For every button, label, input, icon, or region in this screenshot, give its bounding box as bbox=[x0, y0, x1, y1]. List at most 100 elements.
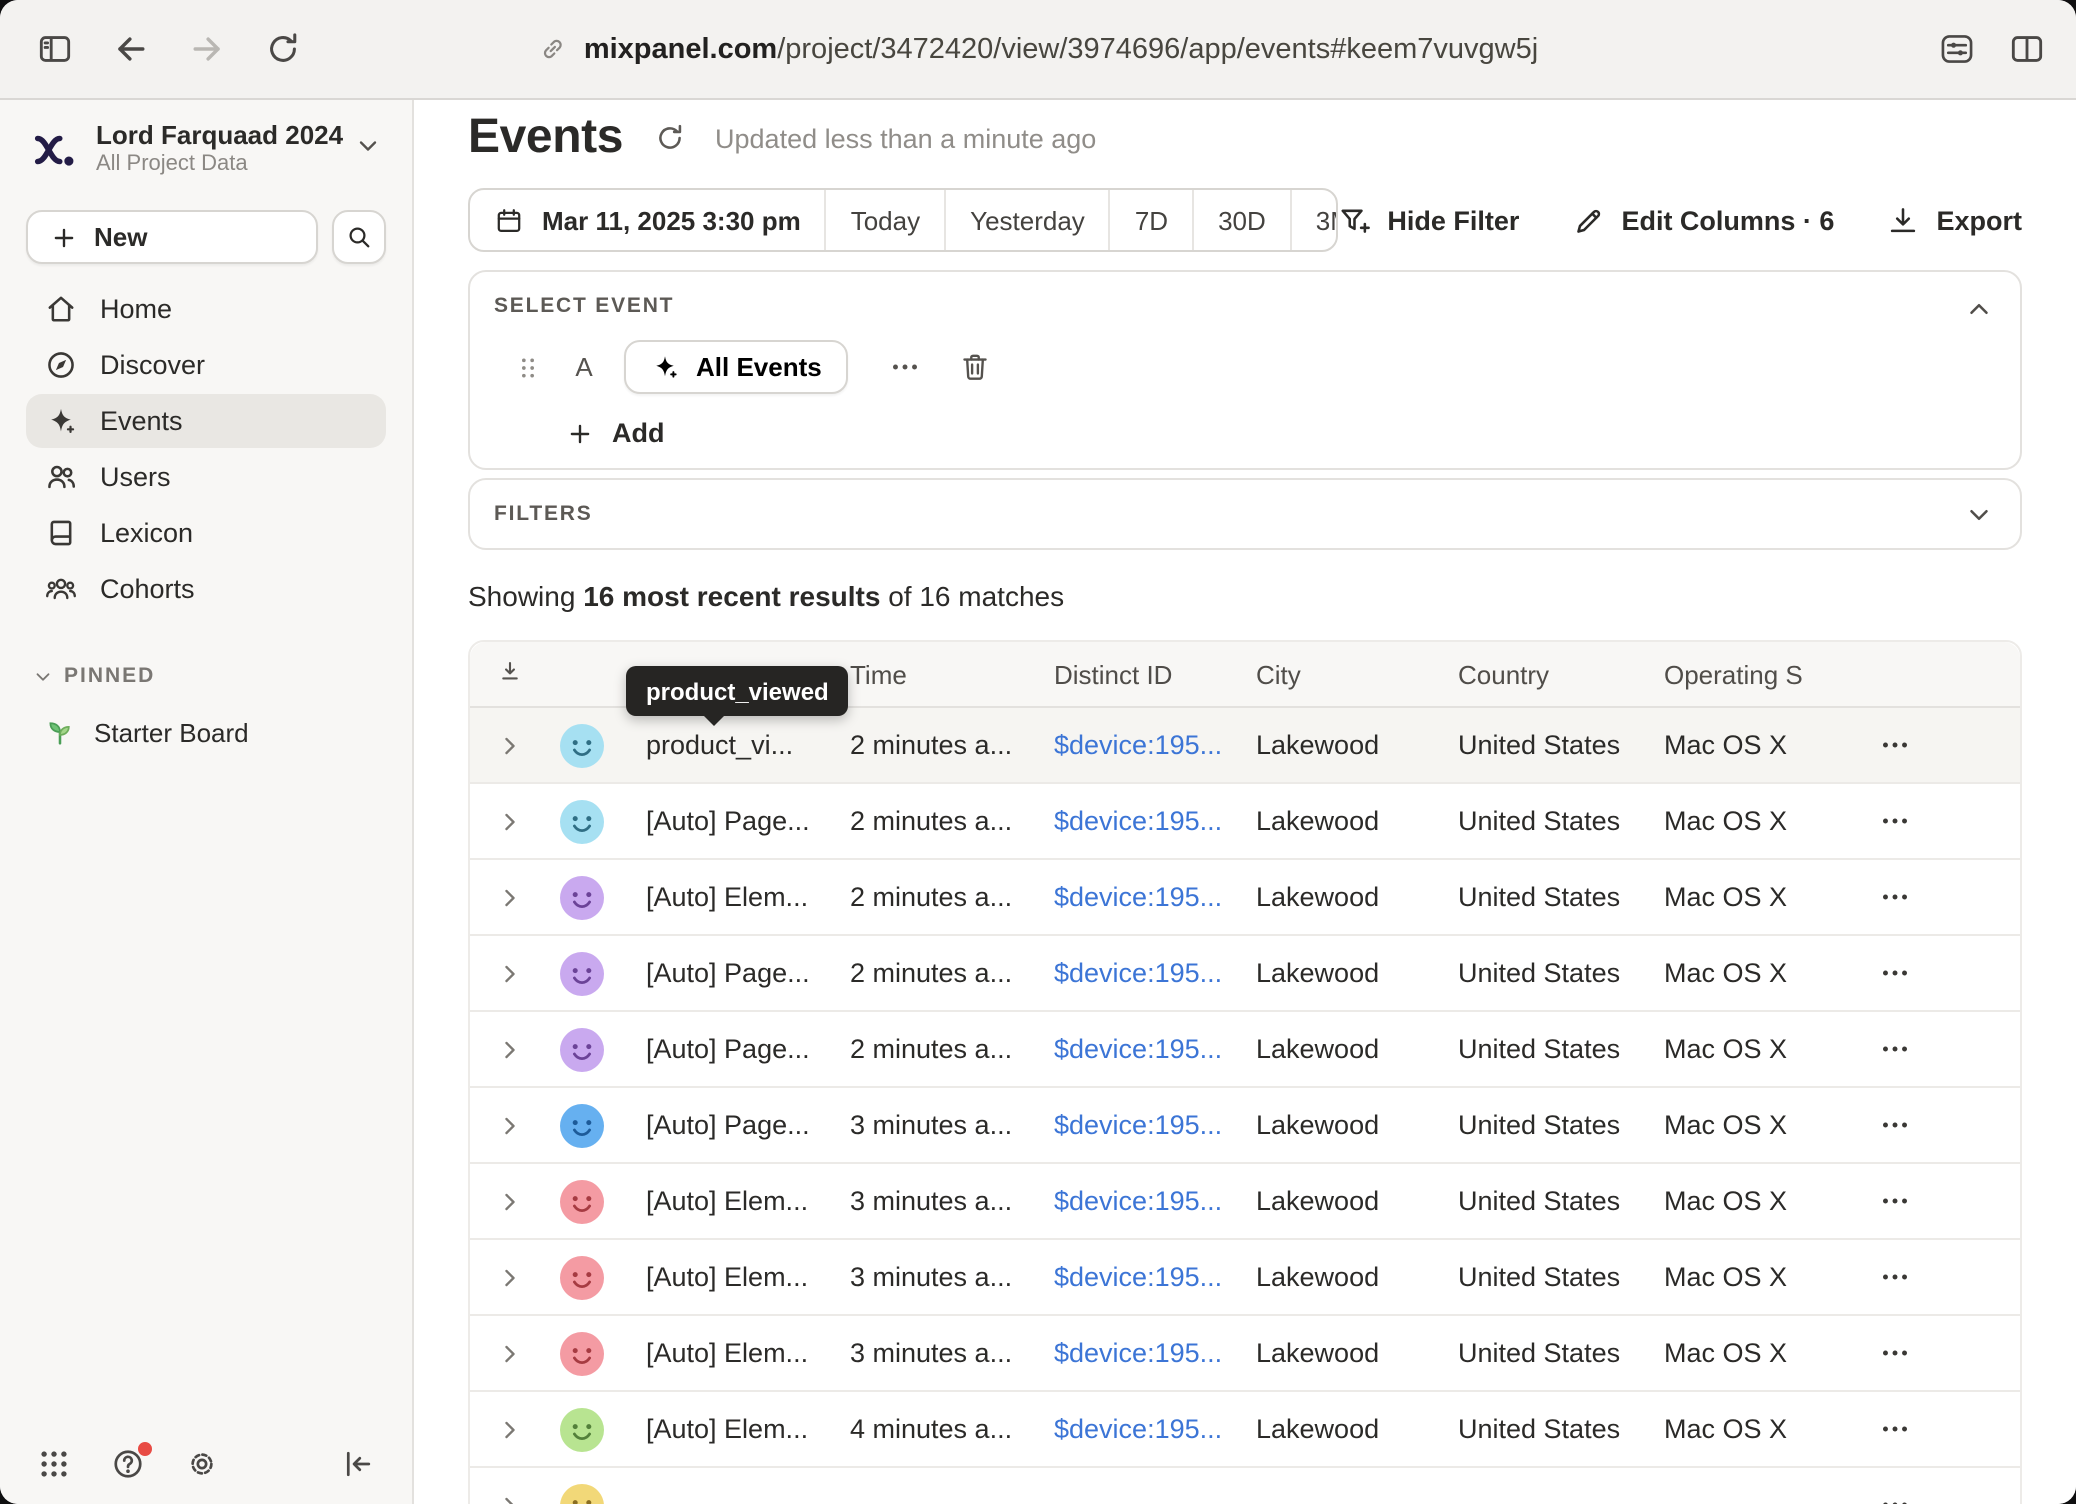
drag-handle-icon[interactable] bbox=[512, 351, 544, 383]
distinct-id-link[interactable]: $device:195... bbox=[1054, 1034, 1256, 1064]
table-row[interactable]: [Auto] Page... 3 minutes a... $device:19… bbox=[470, 1088, 2020, 1164]
collapse-sidebar-icon[interactable] bbox=[338, 1444, 378, 1484]
collapse-panel-button[interactable] bbox=[1964, 294, 1994, 324]
row-menu-button[interactable] bbox=[1877, 728, 1911, 762]
range-30d[interactable]: 30D bbox=[1192, 190, 1290, 250]
pinned-section-header[interactable]: PINNED bbox=[26, 664, 386, 688]
sidebar-toggle-icon[interactable] bbox=[32, 27, 76, 71]
event-os: Mac OS X bbox=[1664, 1186, 1764, 1216]
refresh-icon[interactable] bbox=[653, 122, 685, 154]
date-picker-button[interactable]: Mar 11, 2025 3:30 pm bbox=[470, 190, 825, 250]
distinct-id-link[interactable]: $device:195... bbox=[1054, 806, 1256, 836]
distinct-id-link[interactable]: $device:195... bbox=[1054, 1338, 1256, 1368]
range-3m[interactable]: 3M bbox=[1290, 190, 1338, 250]
table-row[interactable]: [Auto] Elem... 3 minutes a... $device:19… bbox=[470, 1240, 2020, 1316]
row-menu-button[interactable] bbox=[1877, 956, 1911, 990]
table-row[interactable] bbox=[470, 1468, 2020, 1504]
row-menu-button[interactable] bbox=[1877, 880, 1911, 914]
range-today[interactable]: Today bbox=[825, 190, 944, 250]
row-menu-button[interactable] bbox=[1877, 1032, 1911, 1066]
distinct-id-link[interactable]: $device:195... bbox=[1054, 1414, 1256, 1444]
distinct-id-link[interactable]: $device:195... bbox=[1054, 958, 1256, 988]
range-7d[interactable]: 7D bbox=[1109, 190, 1192, 250]
sidebar-item-discover[interactable]: Discover bbox=[26, 338, 386, 392]
page-settings-icon[interactable] bbox=[1934, 27, 1978, 71]
sidebar-item-home[interactable]: Home bbox=[26, 282, 386, 336]
table-row[interactable]: [Auto] Page... 2 minutes a... $device:19… bbox=[470, 784, 2020, 860]
event-selector-chip[interactable]: All Events bbox=[624, 340, 848, 394]
sidebar-item-cohorts[interactable]: Cohorts bbox=[26, 562, 386, 616]
help-icon[interactable] bbox=[108, 1444, 148, 1484]
nav-item-label: Events bbox=[100, 406, 183, 436]
gear-icon[interactable] bbox=[182, 1444, 222, 1484]
row-expand-chevron[interactable] bbox=[496, 1035, 524, 1063]
sidebar-item-starter-board[interactable]: Starter Board bbox=[26, 706, 386, 758]
distinct-id-link[interactable]: $device:195... bbox=[1054, 882, 1256, 912]
range-yesterday[interactable]: Yesterday bbox=[944, 190, 1109, 250]
reload-icon[interactable] bbox=[260, 27, 304, 71]
pinned-item-label: Starter Board bbox=[94, 717, 249, 747]
apps-grid-icon[interactable] bbox=[34, 1444, 74, 1484]
search-button[interactable] bbox=[332, 210, 386, 264]
nav-item-label: Discover bbox=[100, 350, 205, 380]
back-icon[interactable] bbox=[108, 27, 152, 71]
row-expand-chevron[interactable] bbox=[496, 1187, 524, 1215]
event-row-letter: A bbox=[570, 352, 598, 382]
forward-icon[interactable] bbox=[184, 27, 228, 71]
distinct-id-link[interactable]: $device:195... bbox=[1054, 1262, 1256, 1292]
row-expand-chevron[interactable] bbox=[496, 1263, 524, 1291]
row-expand-chevron[interactable] bbox=[496, 1491, 524, 1504]
table-row[interactable]: [Auto] Elem... 2 minutes a... $device:19… bbox=[470, 860, 2020, 936]
col-header-time[interactable]: Time bbox=[850, 659, 1054, 689]
table-row[interactable]: [Auto] Page... 2 minutes a... $device:19… bbox=[470, 1012, 2020, 1088]
row-expand-chevron[interactable] bbox=[496, 1339, 524, 1367]
row-menu-button[interactable] bbox=[1877, 1412, 1911, 1446]
date-range-group: Mar 11, 2025 3:30 pm Today Yesterday 7D … bbox=[468, 188, 1337, 252]
collapse-rows-icon[interactable] bbox=[496, 657, 524, 691]
row-expand-chevron[interactable] bbox=[496, 731, 524, 759]
split-view-icon[interactable] bbox=[2004, 27, 2048, 71]
row-menu-button[interactable] bbox=[1877, 1488, 1911, 1504]
expand-filters-button[interactable] bbox=[1964, 500, 1994, 530]
row-menu-button[interactable] bbox=[1877, 1260, 1911, 1294]
search-icon bbox=[344, 222, 374, 252]
col-header-city[interactable]: City bbox=[1256, 659, 1458, 689]
sidebar-item-users[interactable]: Users bbox=[26, 450, 386, 504]
table-row[interactable]: [Auto] Page... 2 minutes a... $device:19… bbox=[470, 936, 2020, 1012]
row-expand-chevron[interactable] bbox=[496, 883, 524, 911]
row-menu-button[interactable] bbox=[1877, 1108, 1911, 1142]
row-expand-chevron[interactable] bbox=[496, 1415, 524, 1443]
col-header-distinct-id[interactable]: Distinct ID bbox=[1054, 659, 1256, 689]
table-row[interactable]: [Auto] Elem... 4 minutes a... $device:19… bbox=[470, 1392, 2020, 1468]
row-menu-button[interactable] bbox=[1877, 1184, 1911, 1218]
event-row-menu-button[interactable] bbox=[888, 350, 922, 384]
edit-columns-button[interactable]: Edit Columns · 6 bbox=[1571, 203, 1834, 237]
export-button[interactable]: Export bbox=[1886, 203, 2022, 237]
row-expand-chevron[interactable] bbox=[496, 1111, 524, 1139]
nav-item-label: Cohorts bbox=[100, 574, 195, 604]
table-row[interactable]: [Auto] Elem... 3 minutes a... $device:19… bbox=[470, 1164, 2020, 1240]
sidebar-item-lexicon[interactable]: Lexicon bbox=[26, 506, 386, 560]
distinct-id-link[interactable]: $device:195... bbox=[1054, 1186, 1256, 1216]
row-menu-button[interactable] bbox=[1877, 804, 1911, 838]
event-country: United States bbox=[1458, 1262, 1664, 1292]
url-bar[interactable]: mixpanel.com/project/3472420/view/397469… bbox=[538, 33, 1538, 65]
tooltip: product_viewed bbox=[626, 666, 849, 716]
sidebar-item-events[interactable]: Events bbox=[26, 394, 386, 448]
hide-filter-button[interactable]: Hide Filter bbox=[1337, 203, 1519, 237]
event-name: [Auto] Elem... bbox=[614, 882, 850, 912]
add-event-button[interactable]: Add bbox=[566, 418, 665, 448]
distinct-id-link[interactable]: $device:195... bbox=[1054, 1110, 1256, 1140]
col-header-os[interactable]: Operating S bbox=[1664, 659, 1764, 689]
row-expand-chevron[interactable] bbox=[496, 807, 524, 835]
link-icon bbox=[538, 34, 568, 64]
new-button[interactable]: New bbox=[26, 210, 318, 264]
row-expand-chevron[interactable] bbox=[496, 959, 524, 987]
delete-event-row-button[interactable] bbox=[958, 350, 992, 384]
browser-window: mixpanel.com/project/3472420/view/397469… bbox=[0, 0, 2076, 1504]
distinct-id-link[interactable]: $device:195... bbox=[1054, 730, 1256, 760]
project-switcher[interactable]: Lord Farquaad 2024 All Project Data bbox=[26, 108, 386, 180]
row-menu-button[interactable] bbox=[1877, 1336, 1911, 1370]
table-row[interactable]: [Auto] Elem... 3 minutes a... $device:19… bbox=[470, 1316, 2020, 1392]
col-header-country[interactable]: Country bbox=[1458, 659, 1664, 689]
